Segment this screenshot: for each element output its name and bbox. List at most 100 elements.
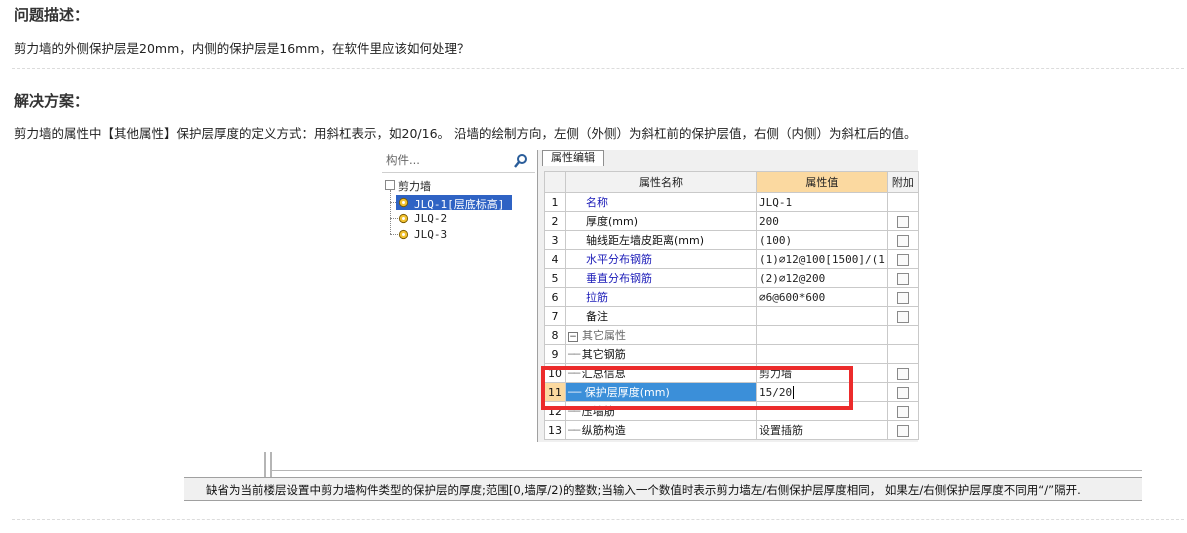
tree-search-bar bbox=[382, 150, 535, 173]
table-row[interactable]: 5 垂直分布钢筋 (2)⌀12@200 bbox=[544, 268, 919, 288]
splitter-bar[interactable] bbox=[264, 452, 266, 478]
tree-branch-line: ── bbox=[568, 424, 582, 437]
solution-heading: 解决方案： bbox=[14, 92, 90, 110]
row-number: 1 bbox=[544, 192, 566, 212]
collapse-icon[interactable]: − bbox=[568, 332, 578, 342]
extra-cell bbox=[886, 192, 919, 212]
table-row[interactable]: 13 ── 纵筋构造 设置插筋 bbox=[544, 420, 919, 440]
component-tree-panel: 剪力墙 JLQ-1[层底标高] JLQ-2 JLQ-3 bbox=[382, 150, 535, 442]
splitter-line bbox=[270, 470, 1142, 471]
row-number: 7 bbox=[544, 306, 566, 326]
section-divider bbox=[12, 68, 1184, 69]
status-bar: 缺省为当前楼层设置中剪力墙构件类型的保护层的厚度;范围[0,墙厚/2)的整数;当… bbox=[184, 477, 1142, 501]
search-icon[interactable] bbox=[512, 153, 530, 169]
splitter-bar[interactable] bbox=[270, 452, 272, 478]
row-number: 2 bbox=[544, 211, 566, 231]
extra-cell bbox=[886, 268, 919, 288]
property-name-label: 其它钢筋 bbox=[581, 348, 626, 361]
property-value[interactable]: JLQ-1 bbox=[756, 192, 888, 212]
table-row[interactable]: 1 名称 JLQ-1 bbox=[544, 192, 919, 212]
tree-connector bbox=[390, 190, 391, 234]
extra-cell bbox=[886, 382, 919, 402]
property-name[interactable]: 名称 bbox=[565, 192, 757, 212]
table-row[interactable]: 6 拉筋 ⌀6@600*600 bbox=[544, 287, 919, 307]
table-row[interactable]: 2 厚度(mm) 200 bbox=[544, 211, 919, 231]
header-extra: 附加 bbox=[886, 171, 919, 193]
table-row[interactable]: 4 水平分布钢筋 (1)⌀12@100[1500]/(1 bbox=[544, 249, 919, 269]
tree-item-jlq2[interactable]: JLQ-2 bbox=[396, 211, 512, 226]
extra-checkbox[interactable] bbox=[896, 234, 909, 247]
header-value: 属性值 bbox=[756, 171, 888, 193]
property-name[interactable]: ── 其它钢筋 bbox=[565, 344, 757, 364]
extra-checkbox[interactable] bbox=[896, 310, 909, 323]
tree-item-jlq1[interactable]: JLQ-1[层底标高] bbox=[396, 195, 512, 211]
table-row[interactable]: 7 备注 bbox=[544, 306, 919, 326]
header-num bbox=[544, 171, 566, 193]
section-divider bbox=[12, 519, 1184, 520]
row-number: 4 bbox=[544, 249, 566, 269]
tree-root-label[interactable]: 剪力墙 bbox=[398, 178, 431, 194]
extra-checkbox[interactable] bbox=[896, 253, 909, 266]
table-row-group[interactable]: 8 − 其它属性 bbox=[544, 325, 919, 345]
tree-item-label: JLQ-2 bbox=[414, 212, 448, 225]
problem-heading: 问题描述： bbox=[14, 6, 90, 24]
extra-checkbox[interactable] bbox=[896, 291, 909, 304]
tab-property-edit[interactable]: 属性编辑 bbox=[542, 150, 604, 166]
highlight-box bbox=[541, 366, 853, 410]
tree-branch-line: ── bbox=[568, 348, 582, 361]
property-group[interactable]: − 其它属性 bbox=[565, 325, 757, 345]
gear-icon bbox=[398, 213, 409, 224]
property-value[interactable]: (2)⌀12@200 bbox=[756, 268, 888, 288]
extra-checkbox[interactable] bbox=[896, 424, 909, 437]
row-number: 9 bbox=[544, 344, 566, 364]
table-header-row: 属性名称 属性值 附加 bbox=[544, 171, 919, 193]
extra-cell bbox=[886, 363, 919, 383]
property-value[interactable]: (1)⌀12@100[1500]/(1 bbox=[756, 249, 888, 269]
property-name-label: 纵筋构造 bbox=[581, 424, 626, 437]
extra-cell bbox=[886, 211, 919, 231]
row-number: 13 bbox=[544, 420, 566, 440]
row-number: 5 bbox=[544, 268, 566, 288]
property-value[interactable]: (100) bbox=[756, 230, 888, 250]
property-name[interactable]: ── 纵筋构造 bbox=[565, 420, 757, 440]
header-name: 属性名称 bbox=[565, 171, 757, 193]
extra-checkbox[interactable] bbox=[896, 386, 909, 399]
extra-cell bbox=[886, 401, 919, 421]
property-name[interactable]: 拉筋 bbox=[565, 287, 757, 307]
tree-folder-icon bbox=[385, 180, 395, 190]
extra-checkbox[interactable] bbox=[896, 272, 909, 285]
property-value[interactable]: ⌀6@600*600 bbox=[756, 287, 888, 307]
extra-cell bbox=[886, 230, 919, 250]
problem-text: 剪力墙的外侧保护层是20mm，内侧的保护层是16mm，在软件里应该如何处理？ bbox=[14, 41, 470, 56]
property-value[interactable]: 设置插筋 bbox=[756, 420, 888, 440]
property-name[interactable]: 轴线距左墙皮距离(mm) bbox=[565, 230, 757, 250]
tree-item-label: JLQ-1[层底标高] bbox=[414, 198, 505, 211]
extra-cell bbox=[886, 420, 919, 440]
status-text: 缺省为当前楼层设置中剪力墙构件类型的保护层的厚度;范围[0,墙厚/2)的整数;当… bbox=[206, 483, 1081, 497]
property-value[interactable] bbox=[756, 306, 888, 326]
property-name[interactable]: 水平分布钢筋 bbox=[565, 249, 757, 269]
property-name[interactable]: 厚度(mm) bbox=[565, 211, 757, 231]
row-number: 8 bbox=[544, 325, 566, 345]
extra-checkbox[interactable] bbox=[896, 367, 909, 380]
row-number: 3 bbox=[544, 230, 566, 250]
extra-cell bbox=[886, 325, 919, 345]
extra-checkbox[interactable] bbox=[896, 215, 909, 228]
tree-search-input[interactable] bbox=[386, 153, 506, 167]
extra-cell bbox=[886, 249, 919, 269]
extra-checkbox[interactable] bbox=[896, 405, 909, 418]
property-name[interactable]: 备注 bbox=[565, 306, 757, 326]
row-number: 6 bbox=[544, 287, 566, 307]
extra-cell bbox=[886, 287, 919, 307]
gear-icon bbox=[398, 229, 409, 240]
property-name[interactable]: 垂直分布钢筋 bbox=[565, 268, 757, 288]
property-value[interactable]: 200 bbox=[756, 211, 888, 231]
property-value bbox=[756, 344, 888, 364]
table-row[interactable]: 9 ── 其它钢筋 bbox=[544, 344, 919, 364]
tree-item-jlq3[interactable]: JLQ-3 bbox=[396, 227, 512, 242]
tree-item-label: JLQ-3 bbox=[414, 228, 448, 241]
solution-text: 剪力墙的属性中【其他属性】保护层厚度的定义方式：用斜杠表示，如20/16。 沿墙… bbox=[14, 126, 917, 141]
property-group-label: 其它属性 bbox=[582, 329, 626, 342]
table-row[interactable]: 3 轴线距左墙皮距离(mm) (100) bbox=[544, 230, 919, 250]
extra-cell bbox=[886, 344, 919, 364]
